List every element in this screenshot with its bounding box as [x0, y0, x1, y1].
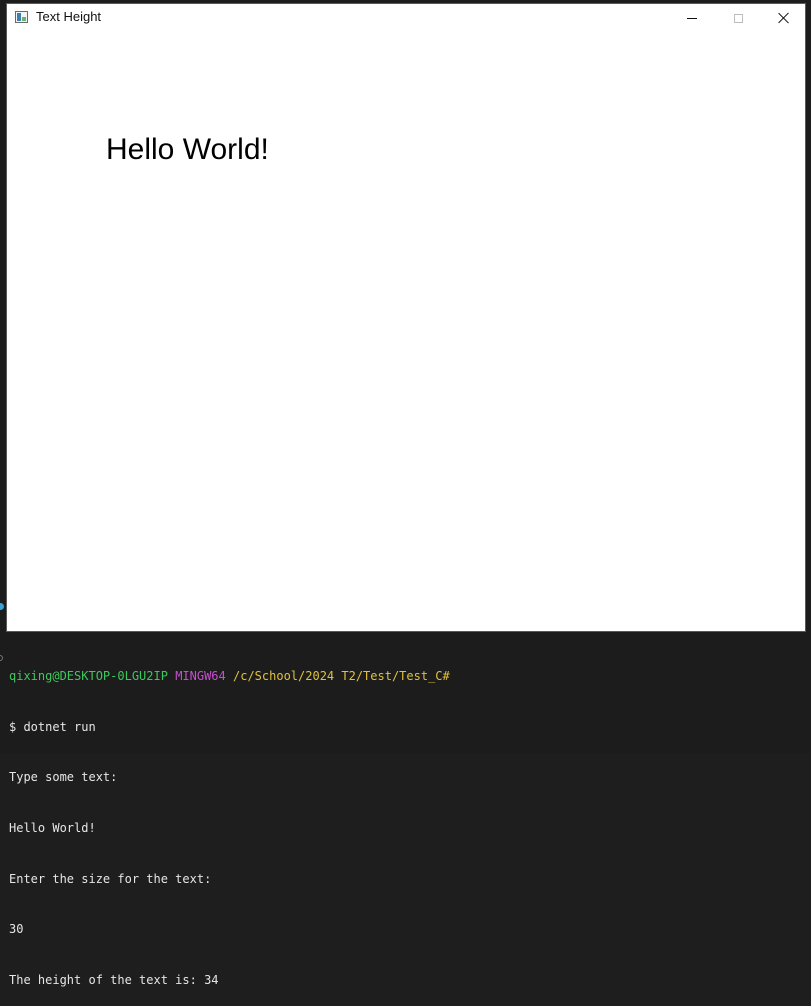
prompt-shell: MINGW64	[175, 668, 226, 683]
maximize-icon	[733, 13, 743, 23]
terminal-line: The height of the text is: 34	[9, 973, 219, 988]
terminal-prompt-line: qixing@DESKTOP-0LGU2IP MINGW64 /c/School…	[9, 668, 809, 685]
terminal-line: Enter the size for the text:	[9, 871, 212, 886]
terminal-line: Type some text:	[9, 770, 118, 785]
prompt-path: /c/School/2024 T2/Test/Test_C#	[233, 668, 450, 683]
minimize-icon	[687, 17, 697, 19]
app-window: Text Height Hello World!	[6, 3, 806, 632]
terminal-line: Hello World!	[9, 820, 96, 835]
window-title: Text Height	[36, 9, 102, 24]
terminal-line: 30	[9, 922, 24, 937]
prompt-user-host: qixing@DESKTOP-0LGU2IP	[9, 668, 168, 683]
close-button[interactable]	[761, 4, 807, 32]
minimize-button[interactable]	[669, 4, 715, 32]
close-icon	[778, 12, 790, 24]
terminal-output[interactable]: qixing@DESKTOP-0LGU2IP MINGW64 /c/School…	[9, 634, 809, 1006]
maximize-button[interactable]	[715, 4, 761, 32]
window-client-area: Hello World!	[7, 32, 805, 631]
terminal-line: $ dotnet run	[9, 719, 96, 734]
app-window-icon[interactable]	[15, 11, 28, 23]
title-bar[interactable]: Text Height	[7, 4, 805, 32]
rendered-text: Hello World!	[106, 133, 269, 166]
